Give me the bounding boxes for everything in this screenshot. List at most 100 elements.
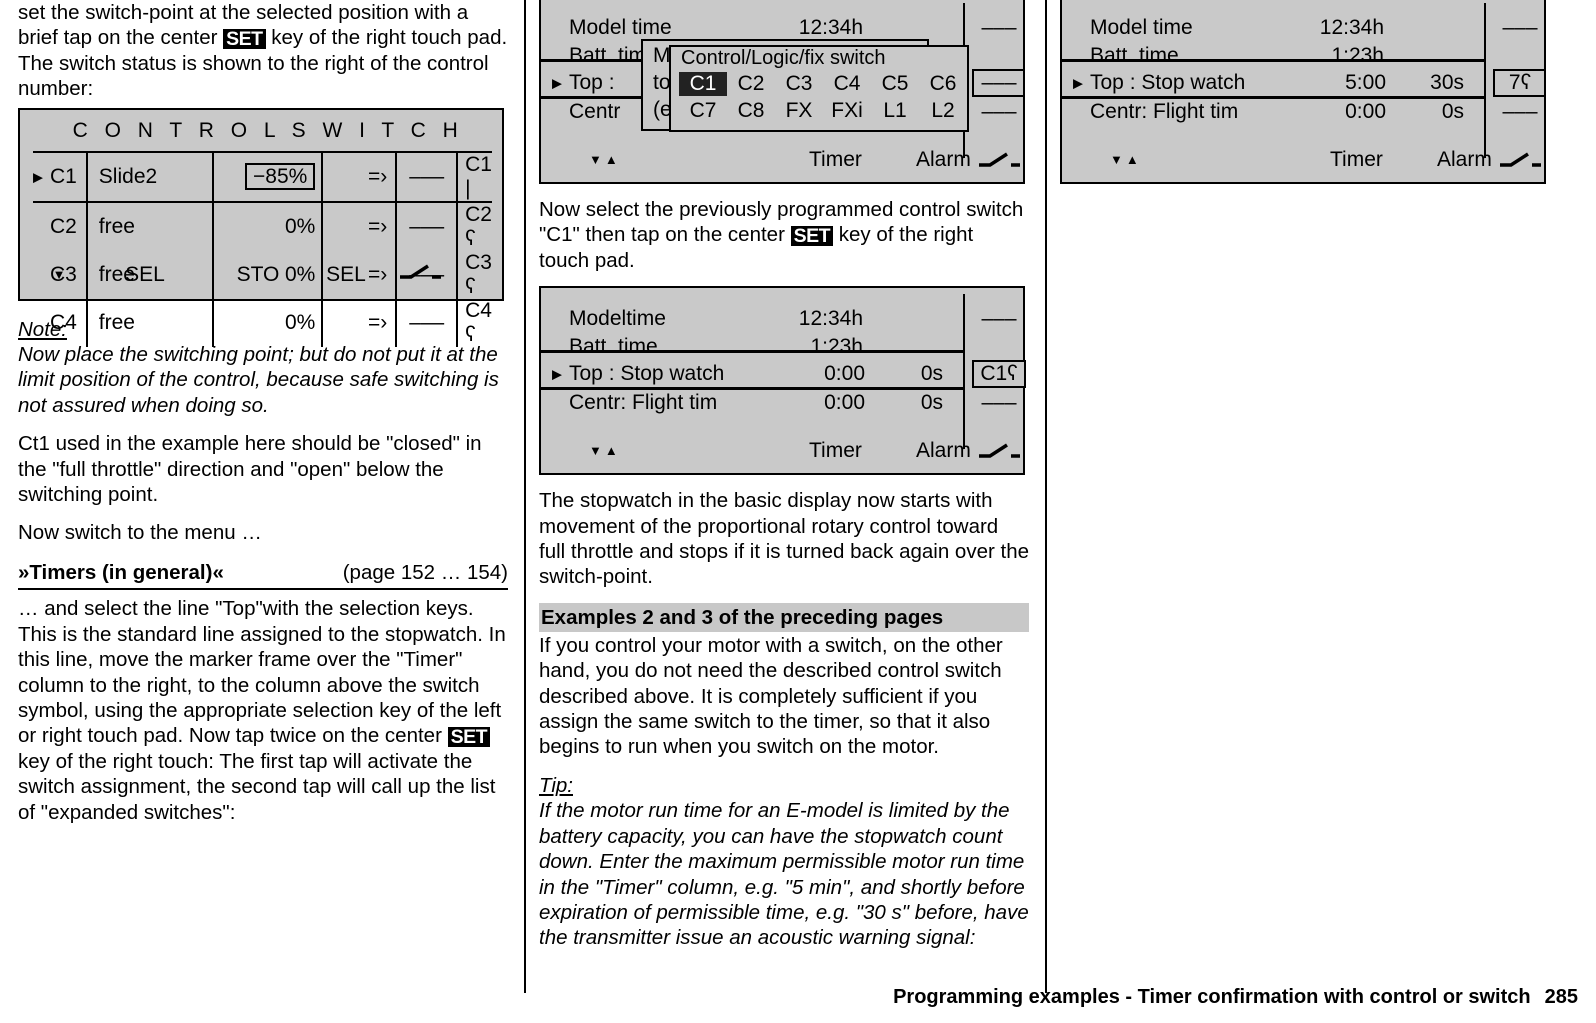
- lcd-switch-value: –––: [972, 68, 1023, 97]
- control-switch-table: ▶ C1 Slide2 −85% =› ––– C1 | C2 free 0% =…: [33, 150, 492, 347]
- lcd-row-switch: –––: [1502, 15, 1538, 39]
- lcd-row-time: 12:34h: [798, 306, 863, 330]
- lcd-row-top[interactable]: ▶ Top : Stop watch 0:00 0s C1ʕ: [541, 359, 1026, 388]
- row-source[interactable]: free: [86, 201, 214, 251]
- lcd-row-alarm-value: 0s: [920, 390, 943, 414]
- lcd-switch-value: C1ʕ: [972, 359, 1026, 388]
- softkey-alarm[interactable]: Alarm: [916, 148, 971, 172]
- softkey-sel-2[interactable]: SEL: [311, 263, 381, 287]
- row-marker-icon: ▶: [552, 366, 562, 382]
- paragraph-switch-menu: Now switch to the menu …: [18, 521, 262, 545]
- scroll-updown-icon[interactable]: ▼▲: [1110, 152, 1142, 167]
- lcd-row-label: Centr: Flight tim: [569, 390, 718, 414]
- row-dash: –––: [396, 201, 459, 251]
- row-source[interactable]: Slide2: [86, 150, 214, 203]
- lcd-row-time: 12:34h: [1319, 15, 1384, 39]
- switch-symbol-icon: [1498, 150, 1542, 170]
- dialog-option-c8[interactable]: C8: [727, 99, 775, 123]
- switch-symbol-icon: [977, 441, 1021, 461]
- lcd-row-switch: –––: [981, 15, 1017, 39]
- softkey-sto[interactable]: STO: [205, 263, 311, 287]
- lcd-row-switch-framed[interactable]: C1ʕ: [972, 359, 1026, 388]
- switch-symbol-icon: [381, 262, 461, 288]
- footer-title: Programming examples - Timer confirmatio…: [893, 986, 1531, 1008]
- dialog-option-c3[interactable]: C3: [775, 72, 823, 96]
- softkey-timer[interactable]: Timer: [809, 148, 862, 172]
- lcd-row-centr: Centr: Flight tim 0:00 0s –––: [541, 388, 1023, 417]
- softkey-alarm[interactable]: Alarm: [916, 439, 971, 463]
- dialog-option-fx[interactable]: FX: [775, 99, 823, 123]
- softkey-alarm[interactable]: Alarm: [1437, 148, 1492, 172]
- tip-text: If the motor run time for an E-model is …: [539, 799, 1029, 950]
- menu-reference-label: »Timers (in general)«: [18, 560, 224, 584]
- lcd-row-alarm-value[interactable]: 30s: [1402, 71, 1464, 95]
- dialog-option-c6[interactable]: C6: [919, 72, 967, 96]
- dialog-option-c7[interactable]: C7: [679, 99, 727, 123]
- paragraph-ct1: Ct1 used in the example here should be "…: [18, 432, 482, 507]
- lcd-row-switch: –––: [981, 99, 1017, 123]
- row-number-cell: C4: [33, 298, 88, 347]
- timer-screen-assigned: Modeltime 12:34h ––– Batt. time 1:23h ▶ T…: [539, 286, 1026, 476]
- section-heading-examples: Examples 2 and 3 of the preceding pages: [539, 602, 1029, 632]
- lcd-row-label: Centr: Flight tim: [1090, 99, 1239, 123]
- scroll-updown-icon[interactable]: ▼▲: [589, 443, 621, 458]
- timer-screen-with-dialog: Model time 12:34h ––– Batt. time ▶ Top : …: [539, 0, 1025, 184]
- set-key-badge: SET: [223, 29, 266, 50]
- lcd-row-time: 1:23h: [810, 334, 863, 358]
- dialog-option-fxi[interactable]: FXi: [823, 99, 871, 123]
- table-row[interactable]: C4 free 0% =› ––– C4 ʕ: [33, 298, 492, 347]
- row-number: C2: [50, 214, 77, 238]
- intro-paragraph: set the switch-point at the selected pos…: [18, 0, 508, 102]
- lcd-row-label: Batt. time: [569, 334, 658, 358]
- percent-value-framed: −85%: [245, 163, 316, 191]
- row-dash: –––: [396, 150, 459, 203]
- dialog-option-c1-selected[interactable]: C1: [679, 72, 727, 96]
- dialog-option-c4[interactable]: C4: [823, 72, 871, 96]
- scroll-updown-icon[interactable]: ▼▲: [589, 152, 621, 167]
- paragraph-stopwatch: The stopwatch in the basic display now s…: [539, 489, 1029, 589]
- lcd-row-label: Model time: [1090, 15, 1193, 39]
- lcd-row-switch-framed[interactable]: –––: [972, 68, 1023, 97]
- lcd-row-switch-framed[interactable]: 7ʕ: [1493, 68, 1544, 97]
- lcd-softkeys: ▼▲ Timer Alarm: [1062, 148, 1544, 174]
- lcd-row-model-time: Modeltime 12:34h –––: [541, 304, 1023, 333]
- row-switch: C4 ʕ: [465, 298, 492, 346]
- row-arrow-icon: =›: [322, 298, 398, 347]
- dialog-option-c5[interactable]: C5: [871, 72, 919, 96]
- dialog-option-l1[interactable]: L1: [871, 99, 919, 123]
- row-percent[interactable]: 0%: [212, 201, 324, 251]
- row-source[interactable]: free: [86, 298, 214, 347]
- table-row[interactable]: ▶ C1 Slide2 −85% =› ––– C1 |: [33, 150, 492, 203]
- dialog-title: Control/Logic/fix switch: [681, 47, 886, 69]
- document-page: set the switch-point at the selected pos…: [0, 0, 1596, 1023]
- softkey-timer[interactable]: Timer: [809, 439, 862, 463]
- lcd-row-timer-value[interactable]: 5:00: [1316, 71, 1386, 95]
- lcd-softkeys: ▼▲ Timer Alarm: [541, 148, 1023, 174]
- lcd-switch-value: 7ʕ: [1493, 68, 1544, 97]
- lcd-row-timer-value[interactable]: 0:00: [795, 362, 865, 386]
- row-percent[interactable]: 0%: [212, 298, 324, 347]
- table-row[interactable]: C2 free 0% =› ––– C2 ʕ: [33, 201, 492, 251]
- tip-heading: Tip:: [539, 773, 573, 797]
- menu-reference[interactable]: »Timers (in general)« (page 152 … 154): [18, 560, 508, 591]
- dialog-option-l2[interactable]: L2: [919, 99, 967, 123]
- lcd-row-alarm-value[interactable]: 0s: [881, 362, 943, 386]
- row-percent-cell[interactable]: −85%: [212, 150, 324, 203]
- dialog-control-logic-fix-switch[interactable]: Control/Logic/fix switch C1 C2 C3 C4 C5 …: [669, 45, 969, 132]
- softkey-timer[interactable]: Timer: [1330, 148, 1383, 172]
- lcd-row-switch: –––: [981, 390, 1017, 414]
- lcd-row-label: Top : Stop watch: [1090, 70, 1246, 94]
- softkey-sel-1[interactable]: SEL: [85, 263, 205, 287]
- timer-screen-countdown: Model time 12:34h ––– Batt. time 1:23h ▶…: [1060, 0, 1546, 184]
- control-switch-screen: C O N T R O L S W I T C H ▶ C1 Slide2 −85…: [18, 107, 504, 347]
- control-switch-title: C O N T R O L S W I T C H: [72, 118, 464, 142]
- set-key-badge: SET: [447, 727, 491, 748]
- lcd-row-top[interactable]: ▶ Top : Stop watch 5:00 30s 7ʕ: [1062, 68, 1544, 97]
- switch-symbol-icon: [977, 150, 1021, 170]
- dialog-back-line-1: M: [653, 44, 671, 67]
- dialog-option-c2[interactable]: C2: [727, 72, 775, 96]
- scroll-down-icon[interactable]: ▼: [33, 267, 85, 282]
- column-1: set the switch-point at the selected pos…: [18, 0, 508, 838]
- dialog-switch-row-2: C7 C8 FX FXi L1 L2: [679, 99, 967, 123]
- row-number-cell: ▶ C1: [33, 150, 88, 203]
